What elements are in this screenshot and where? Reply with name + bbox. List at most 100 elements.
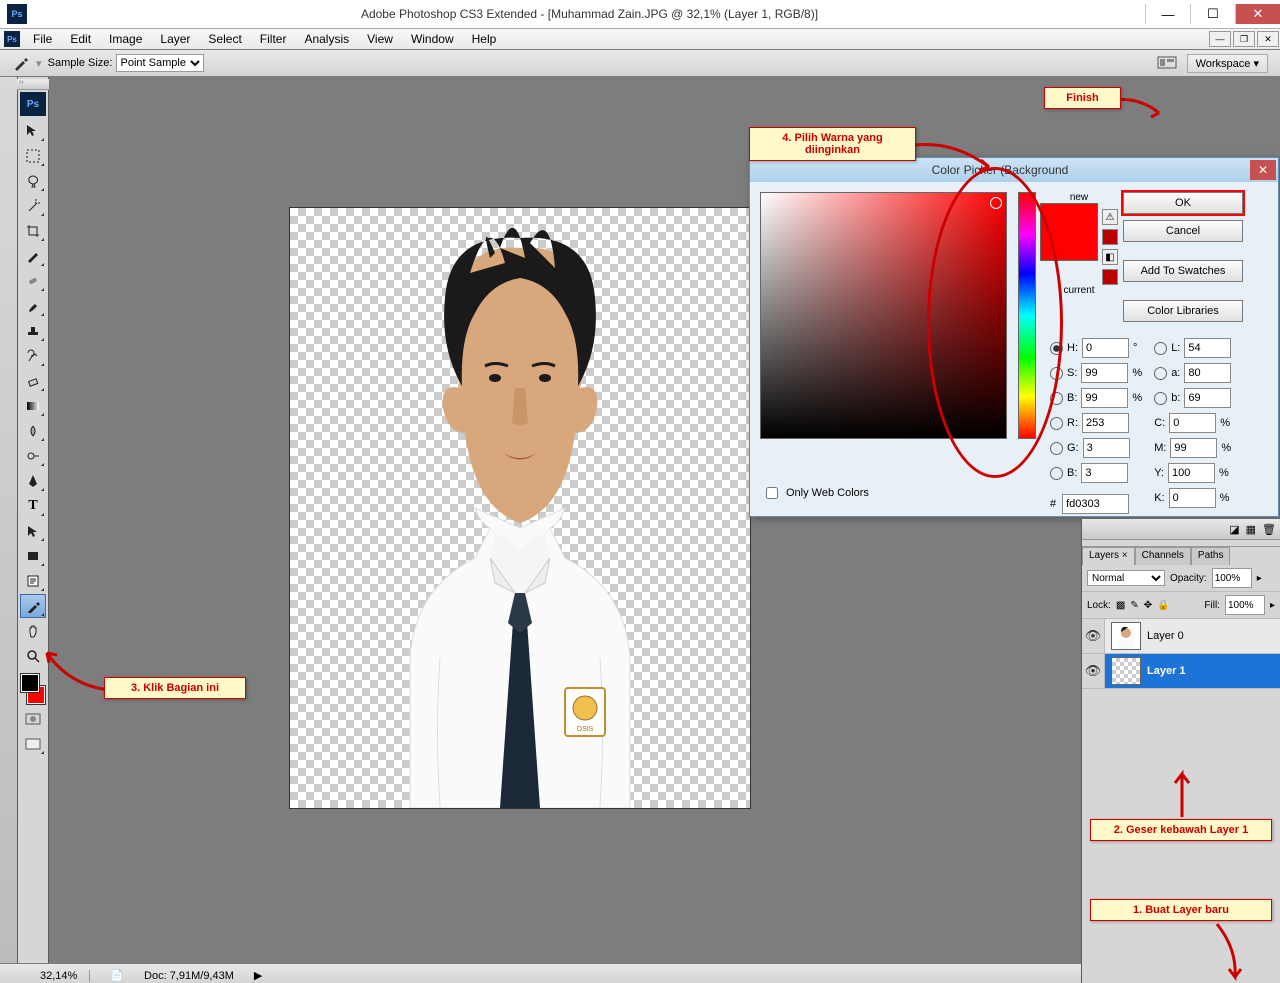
b2-radio[interactable] bbox=[1154, 392, 1167, 405]
websafe-swatch[interactable] bbox=[1102, 269, 1118, 285]
menu-analysis[interactable]: Analysis bbox=[295, 30, 358, 48]
l-input[interactable] bbox=[1184, 338, 1231, 358]
stamp-tool[interactable] bbox=[20, 319, 46, 343]
layer-name[interactable]: Layer 1 bbox=[1147, 665, 1186, 677]
hand-tool[interactable] bbox=[20, 619, 46, 643]
crop-tool[interactable] bbox=[20, 219, 46, 243]
doc-menu-icon[interactable]: ▶ bbox=[254, 969, 262, 982]
menu-file[interactable]: File bbox=[24, 30, 61, 48]
color-picker-titlebar[interactable]: Color Picker (Background ✕ bbox=[750, 158, 1278, 182]
screenmode-button[interactable] bbox=[20, 732, 46, 756]
y-input[interactable] bbox=[1168, 463, 1215, 483]
tab-channels[interactable]: Channels bbox=[1135, 547, 1191, 565]
visibility-icon[interactable]: 👁 bbox=[1082, 619, 1105, 653]
lock-trans-icon[interactable]: ▩ bbox=[1116, 600, 1125, 611]
h-input[interactable] bbox=[1082, 338, 1129, 358]
hue-slider[interactable] bbox=[1015, 192, 1037, 437]
color-swatches[interactable] bbox=[19, 672, 47, 706]
bb-input[interactable] bbox=[1184, 388, 1231, 408]
quickmask-button[interactable] bbox=[20, 707, 46, 731]
menu-layer[interactable]: Layer bbox=[151, 30, 199, 48]
s-input[interactable] bbox=[1081, 363, 1128, 383]
s-radio[interactable] bbox=[1050, 367, 1063, 380]
r-radio[interactable] bbox=[1050, 417, 1063, 430]
h-radio[interactable] bbox=[1050, 342, 1063, 355]
document-window[interactable]: OSIS bbox=[289, 207, 751, 809]
gamut-warn-icon[interactable]: ⚠ bbox=[1102, 209, 1118, 225]
zoom-value[interactable]: 32,14% bbox=[40, 970, 90, 982]
c-input[interactable] bbox=[1169, 413, 1216, 433]
bblue-input[interactable] bbox=[1081, 463, 1128, 483]
blend-mode-select[interactable]: Normal bbox=[1087, 570, 1165, 586]
gamut-swatch[interactable] bbox=[1102, 229, 1118, 245]
hex-input[interactable] bbox=[1062, 494, 1129, 514]
minimize-button[interactable]: — bbox=[1145, 4, 1190, 24]
lock-move-icon[interactable]: ✥ bbox=[1144, 600, 1152, 611]
menu-view[interactable]: View bbox=[358, 30, 402, 48]
tab-layers[interactable]: Layers × bbox=[1082, 547, 1135, 565]
add-swatches-button[interactable]: Add To Swatches bbox=[1123, 260, 1243, 282]
eyedropper-tool[interactable] bbox=[20, 594, 46, 618]
bval-input[interactable] bbox=[1081, 388, 1128, 408]
ok-button[interactable]: OK bbox=[1123, 192, 1243, 214]
pen-tool[interactable] bbox=[20, 469, 46, 493]
tab-paths[interactable]: Paths bbox=[1191, 547, 1231, 565]
close-button[interactable]: ✕ bbox=[1235, 4, 1280, 24]
menu-window[interactable]: Window bbox=[402, 30, 463, 48]
path-select-tool[interactable] bbox=[20, 519, 46, 543]
l-radio[interactable] bbox=[1154, 342, 1167, 355]
b-radio[interactable] bbox=[1050, 392, 1063, 405]
menu-edit[interactable]: Edit bbox=[61, 30, 100, 48]
a-input[interactable] bbox=[1184, 363, 1231, 383]
websafe-warn-icon[interactable]: ◧ bbox=[1102, 249, 1118, 265]
gradient-tool[interactable] bbox=[20, 394, 46, 418]
history-brush-tool[interactable] bbox=[20, 344, 46, 368]
workspace-button[interactable]: Workspace ▾ bbox=[1187, 54, 1268, 73]
toolbox-grip[interactable]: ›› bbox=[17, 79, 49, 90]
color-field[interactable] bbox=[760, 192, 1007, 439]
maximize-button[interactable]: ☐ bbox=[1190, 4, 1235, 24]
cancel-button[interactable]: Cancel bbox=[1123, 220, 1243, 242]
lasso-tool[interactable] bbox=[20, 169, 46, 193]
swatch-icon[interactable]: ▦ bbox=[1246, 523, 1256, 536]
lock-all-icon[interactable]: 🔒 bbox=[1157, 600, 1169, 611]
dodge-tool[interactable] bbox=[20, 444, 46, 468]
foreground-swatch[interactable] bbox=[21, 674, 39, 692]
shape-tool[interactable] bbox=[20, 544, 46, 568]
palette-icon[interactable]: ◪ bbox=[1229, 523, 1239, 536]
doc-restore-button[interactable]: ❐ bbox=[1233, 31, 1255, 47]
lock-paint-icon[interactable]: ✎ bbox=[1130, 600, 1138, 611]
layer-row-1[interactable]: 👁 Layer 1 bbox=[1082, 654, 1280, 689]
sample-size-select[interactable]: Point Sample bbox=[116, 54, 204, 72]
visibility-icon[interactable]: 👁 bbox=[1082, 654, 1105, 688]
move-tool[interactable] bbox=[20, 119, 46, 143]
bridge-icon[interactable] bbox=[1157, 54, 1177, 72]
marquee-tool[interactable] bbox=[20, 144, 46, 168]
bblue-radio[interactable] bbox=[1050, 467, 1063, 480]
color-picker-close-button[interactable]: ✕ bbox=[1250, 160, 1276, 180]
fill-input[interactable] bbox=[1225, 595, 1265, 615]
zoom-tool[interactable] bbox=[20, 644, 46, 668]
menu-filter[interactable]: Filter bbox=[251, 30, 296, 48]
menu-select[interactable]: Select bbox=[199, 30, 250, 48]
menu-image[interactable]: Image bbox=[100, 30, 151, 48]
notes-tool[interactable] bbox=[20, 569, 46, 593]
g-input[interactable] bbox=[1083, 438, 1130, 458]
opacity-input[interactable] bbox=[1212, 568, 1252, 588]
eraser-tool[interactable] bbox=[20, 369, 46, 393]
m-input[interactable] bbox=[1170, 438, 1217, 458]
slice-tool[interactable] bbox=[20, 244, 46, 268]
doc-minimize-button[interactable]: — bbox=[1209, 31, 1231, 47]
layer-name[interactable]: Layer 0 bbox=[1147, 630, 1184, 642]
layer-row-0[interactable]: 👁 Layer 0 bbox=[1082, 619, 1280, 654]
k-input[interactable] bbox=[1169, 488, 1216, 508]
delete-icon[interactable]: 🗑 bbox=[1262, 523, 1276, 536]
doc-close-button[interactable]: ✕ bbox=[1257, 31, 1279, 47]
blur-tool[interactable] bbox=[20, 419, 46, 443]
g-radio[interactable] bbox=[1050, 442, 1063, 455]
heal-tool[interactable] bbox=[20, 269, 46, 293]
type-tool[interactable]: T bbox=[20, 494, 46, 518]
r-input[interactable] bbox=[1082, 413, 1129, 433]
color-libraries-button[interactable]: Color Libraries bbox=[1123, 300, 1243, 322]
menu-help[interactable]: Help bbox=[463, 30, 506, 48]
